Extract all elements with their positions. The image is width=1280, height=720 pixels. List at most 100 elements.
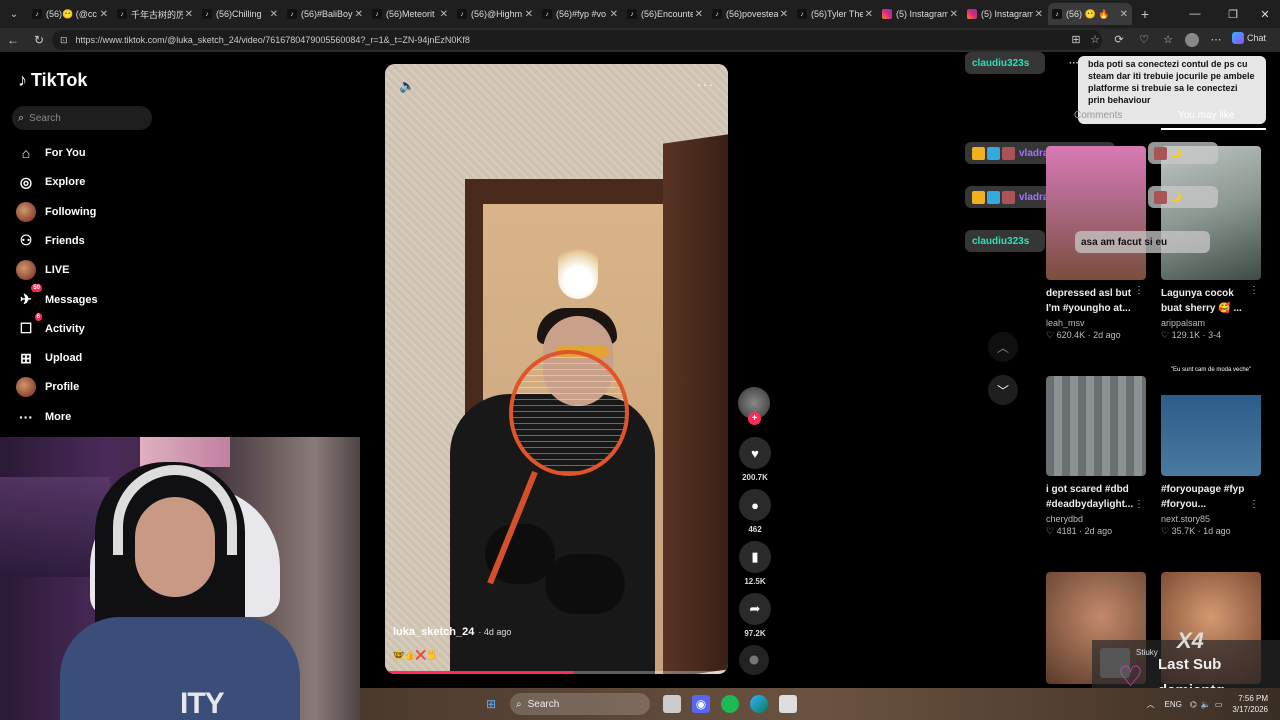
site-info-icon[interactable]: ⊡ (60, 35, 68, 46)
minimize-icon[interactable]: — (1178, 0, 1212, 28)
browser-tab[interactable]: ♪ (56)@Highm ✕ (453, 3, 537, 25)
reload-icon[interactable]: ↻ (26, 33, 52, 47)
volume-icon[interactable]: 🔈 (399, 78, 415, 94)
app-available-icon[interactable]: ⊞ (1068, 32, 1084, 48)
browser-tab[interactable]: (5) Instagram ✕ (963, 3, 1047, 25)
sidebar-item-messages[interactable]: ✈ 50 Messages (16, 283, 98, 311)
sidebar-item-for-you[interactable]: ⌂ For You (16, 142, 86, 164)
card-title[interactable]: #foryoupage #fyp #foryou... (1161, 482, 1261, 512)
sidebar-item-upload[interactable]: ⊞ Upload (16, 347, 82, 369)
tab-you-may-like[interactable]: You may like (1178, 110, 1234, 121)
close-tab-icon[interactable]: ✕ (440, 9, 448, 20)
card-author[interactable]: arippalsam (1161, 318, 1261, 328)
video-author[interactable]: luka_sketch_24 · 4d ago (393, 626, 511, 638)
address-bar[interactable]: ⊡ https://www.tiktok.com/@luka_sketch_24… (52, 30, 1102, 50)
extensions-icon[interactable]: ⟳ (1111, 32, 1127, 48)
recommended-video-card[interactable]: "Eu sunt cam de moda veche" ⋮ #foryoupag… (1161, 360, 1261, 537)
video-thumbnail[interactable] (1161, 146, 1261, 280)
profile-avatar[interactable] (1185, 33, 1199, 47)
music-disc-icon[interactable] (739, 645, 769, 675)
sidebar-item-explore[interactable]: ◎ Explore (16, 171, 85, 193)
sidebar-item-profile[interactable]: Profile (16, 376, 79, 398)
close-tab-icon[interactable]: ✕ (780, 9, 788, 20)
card-more-icon[interactable]: ⋮ (1249, 499, 1259, 510)
volume-icon[interactable]: 🔈 (1201, 700, 1211, 709)
spotify-icon[interactable] (721, 695, 739, 713)
maximize-icon[interactable]: ❐ (1216, 0, 1250, 28)
discord-icon[interactable]: ◉ (692, 695, 710, 713)
battery-icon[interactable]: ▭ (1215, 700, 1223, 709)
save-button[interactable]: ▮ 12.5K (738, 541, 772, 586)
card-author[interactable]: cherydbd (1046, 514, 1146, 524)
close-tab-icon[interactable]: ✕ (865, 9, 873, 20)
card-more-icon[interactable]: ⋮ (1249, 285, 1259, 296)
video-username[interactable]: luka_sketch_24 (393, 626, 474, 638)
browser-tab[interactable]: ♪ (56)Tyler The ✕ (793, 3, 877, 25)
video-thumbnail[interactable]: "Eu sunt cam de moda veche" (1161, 360, 1261, 476)
recommended-video-card[interactable]: ⋮ i got scared #dbd #deadbydaylight... c… (1046, 376, 1146, 537)
close-tab-icon[interactable]: ✕ (525, 9, 533, 20)
close-tab-icon[interactable]: ✕ (1035, 9, 1043, 20)
file-explorer-icon[interactable] (663, 695, 681, 713)
close-tab-icon[interactable]: ✕ (355, 9, 363, 20)
share-button[interactable]: ➦ 97.2K (738, 593, 772, 638)
close-tab-icon[interactable]: ✕ (1120, 9, 1128, 20)
next-video-chevron-down-icon[interactable]: ﹀ (988, 375, 1018, 405)
windows-start-icon[interactable]: ⊞ (482, 695, 500, 713)
language-indicator[interactable]: ENG (1165, 700, 1182, 709)
browser-tab[interactable]: ♪ (56)Chilling ✕ (198, 3, 282, 25)
browser-tab[interactable]: ♪ (56)Meteorit ✕ (368, 3, 452, 25)
browser-tab[interactable]: ♪ 千年古树的厉 ✕ (113, 3, 197, 25)
browser-essentials-icon[interactable]: ♡ (1136, 32, 1152, 48)
browser-tab[interactable]: ♪ (56)😶 (@cc ✕ (28, 3, 112, 25)
card-title[interactable]: i got scared #dbd #deadbydaylight... (1046, 482, 1146, 512)
close-tab-icon[interactable]: ✕ (270, 9, 278, 20)
taskbar-search[interactable]: ⌕ Search (510, 693, 650, 715)
search-input[interactable]: ⌕ Search (12, 106, 152, 130)
browser-tab[interactable]: ♪ (56)#BaliBoy ✕ (283, 3, 367, 25)
card-more-icon[interactable]: ⋮ (1134, 285, 1144, 296)
browser-tab[interactable]: ♪ (56)povestea ✕ (708, 3, 792, 25)
card-author[interactable]: next.story85 (1161, 514, 1261, 524)
close-tab-icon[interactable]: ✕ (950, 9, 958, 20)
video-more-icon[interactable]: ··· (697, 76, 714, 92)
network-icon[interactable]: ⌬ (1190, 700, 1197, 709)
tray-chevron-up-icon[interactable]: ︿ (1147, 699, 1155, 710)
browser-tab[interactable]: ♪ (56)Encounte ✕ (623, 3, 707, 25)
close-tab-icon[interactable]: ✕ (185, 9, 193, 20)
favorites-icon[interactable]: ☆ (1160, 32, 1176, 48)
tiktok-logo[interactable]: ♪ TikTok (18, 70, 87, 91)
card-author[interactable]: leah_msv (1046, 318, 1146, 328)
sidebar-item-friends[interactable]: ⚇ Friends (16, 230, 85, 252)
follow-plus-icon[interactable]: + (748, 412, 761, 425)
previous-video-chevron-up-icon[interactable]: ︿ (988, 332, 1018, 362)
sidebar-item-more[interactable]: ··· More (16, 406, 71, 428)
copilot-chat-button[interactable]: Chat (1232, 32, 1266, 44)
close-tab-icon[interactable]: ✕ (610, 9, 618, 20)
edge-icon[interactable] (750, 695, 768, 713)
tab-list-chevron-icon[interactable]: ⌄ (0, 0, 28, 28)
app-window-icon[interactable] (779, 695, 797, 713)
card-title[interactable]: depressed asl but I'm #youngho at... (1046, 286, 1146, 316)
browser-tab[interactable]: (5) Instagram ✕ (878, 3, 962, 25)
tab-comments[interactable]: Comments (1074, 110, 1122, 121)
back-arrow-icon[interactable]: ← (0, 33, 26, 47)
video-thumbnail[interactable] (1046, 146, 1146, 280)
like-button[interactable]: ♥ 200.7K (738, 437, 772, 482)
card-more-icon[interactable]: ⋮ (1134, 499, 1144, 510)
settings-more-icon[interactable]: ⋯ (1208, 32, 1224, 48)
sidebar-item-activity[interactable]: ☐ 6 Activity (16, 312, 85, 340)
card-title[interactable]: Lagunya cocok buat sherry 🥰 ... (1161, 286, 1261, 316)
clock[interactable]: 7:56 PM 3/17/2026 (1232, 693, 1268, 715)
sidebar-item-live[interactable]: LIVE (16, 259, 69, 281)
browser-tab[interactable]: ♪ (56) 😶 🔥 ✕ (1048, 3, 1132, 25)
video-player[interactable]: 🔈 ··· luka_sketch_24 · 4d ago 🤓👍❌🖐 (385, 64, 728, 674)
sidebar-item-following[interactable]: Following (16, 201, 96, 223)
comment-button[interactable]: ● 462 (738, 489, 772, 534)
video-progress-bar[interactable] (385, 671, 728, 674)
new-tab-plus-icon[interactable]: + (1133, 6, 1157, 22)
video-thumbnail[interactable] (1046, 376, 1146, 476)
close-tab-icon[interactable]: ✕ (695, 9, 703, 20)
favorite-star-icon[interactable]: ☆ (1087, 32, 1103, 48)
close-tab-icon[interactable]: ✕ (100, 9, 108, 20)
